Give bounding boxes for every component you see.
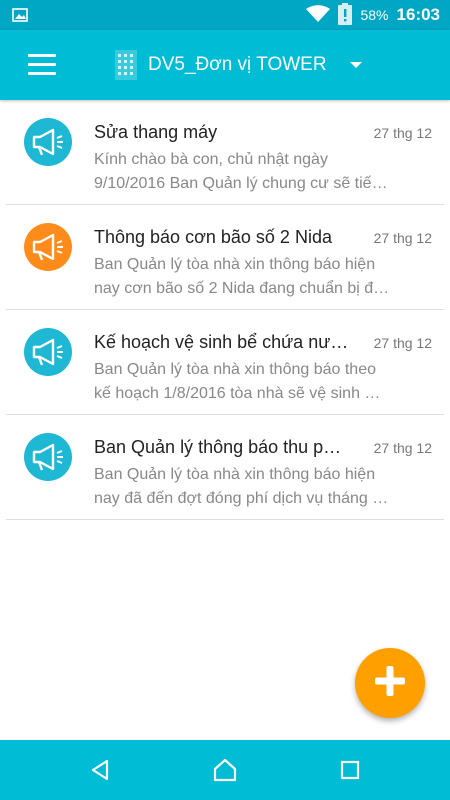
item-preview: Ban Quản lý tòa nhà xin thông báo hiện n…: [94, 253, 432, 301]
preview-line: nay cơn bão số 2 Nida đang chuẩn bị đ…: [94, 280, 390, 297]
preview-line: Kính chào bà con, chủ nhật ngày: [94, 151, 328, 168]
item-preview: Ban Quản lý tòa nhà xin thông báo hiện n…: [94, 463, 432, 511]
item-title: Kế hoạch vệ sinh bể chứa nư…: [94, 332, 349, 352]
status-bar: 58% 16:03: [0, 0, 450, 30]
item-preview: Kính chào bà con, chủ nhật ngày 9/10/201…: [94, 148, 432, 196]
clock: 16:03: [396, 5, 440, 24]
battery-percent: 58%: [360, 7, 389, 23]
item-date: 27 thg 12: [373, 335, 432, 351]
announcement-list: Sửa thang máy 27 thg 12 Kính chào bà con…: [0, 100, 450, 520]
recents-icon[interactable]: [335, 755, 365, 785]
preview-line: Ban Quản lý tòa nhà xin thông báo hiện: [94, 256, 376, 273]
image-icon: [12, 7, 28, 28]
preview-line: nay đã đến đợt đóng phí dịch vụ tháng …: [94, 490, 389, 507]
list-item[interactable]: Kế hoạch vệ sinh bể chứa nư… 27 thg 12 B…: [6, 310, 444, 415]
item-date: 27 thg 12: [373, 125, 432, 141]
preview-line: kế hoạch 1/8/2016 tòa nhà sẽ vệ sinh …: [94, 385, 381, 402]
megaphone-icon: [24, 328, 72, 376]
item-title: Thông báo cơn bão số 2 Nida: [94, 227, 332, 247]
item-date: 27 thg 12: [373, 440, 432, 456]
building-icon: [112, 46, 140, 85]
item-title: Sửa thang máy: [94, 122, 218, 142]
list-item[interactable]: Ban Quản lý thông báo thu p… 27 thg 12 B…: [6, 415, 444, 520]
item-date: 27 thg 12: [373, 230, 432, 246]
add-announcement-button[interactable]: [355, 648, 425, 718]
page-title: DV5_Đơn vị TOWER: [148, 54, 327, 75]
back-icon[interactable]: [85, 755, 115, 785]
battery-alert-icon: [338, 2, 353, 28]
item-title: Ban Quản lý thông báo thu p…: [94, 437, 342, 457]
wifi-icon: [306, 4, 331, 26]
preview-line: 9/10/2016 Ban Quản lý chung cư sẽ tiế…: [94, 175, 388, 192]
plus-icon: [373, 664, 407, 703]
list-item[interactable]: Sửa thang máy 27 thg 12 Kính chào bà con…: [6, 100, 444, 205]
megaphone-icon: [24, 433, 72, 481]
home-icon[interactable]: [210, 755, 240, 785]
megaphone-icon: [24, 223, 72, 271]
dropdown-arrow-icon[interactable]: [350, 62, 362, 68]
navigation-bar: [0, 740, 450, 800]
list-item[interactable]: Thông báo cơn bão số 2 Nida 27 thg 12 Ba…: [6, 205, 444, 310]
preview-line: Ban Quản lý tòa nhà xin thông báo theo: [94, 361, 376, 378]
building-selector[interactable]: DV5_Đơn vị TOWER: [112, 30, 327, 100]
menu-icon[interactable]: [28, 54, 56, 76]
megaphone-icon: [24, 118, 72, 166]
preview-line: Ban Quản lý tòa nhà xin thông báo hiện: [94, 466, 376, 483]
app-bar: DV5_Đơn vị TOWER: [0, 30, 450, 100]
item-preview: Ban Quản lý tòa nhà xin thông báo theo k…: [94, 358, 432, 406]
